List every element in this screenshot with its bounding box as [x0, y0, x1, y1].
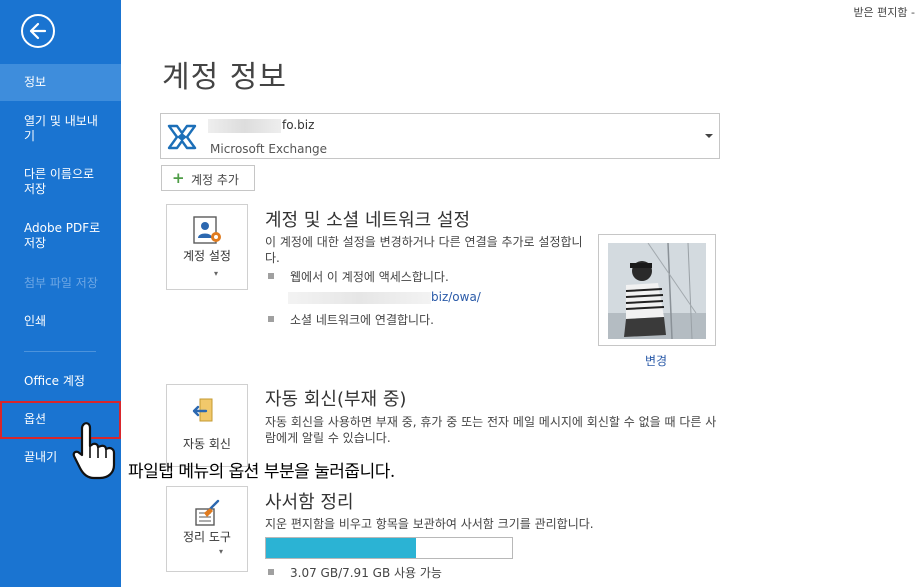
- add-account-label: 계정 추가: [191, 173, 239, 187]
- bullet-icon: [268, 273, 274, 279]
- mailbox-usage-fill: [266, 538, 417, 558]
- profile-photo: [608, 243, 706, 339]
- pointing-hand-icon: [72, 422, 116, 480]
- auto-reply-desc: 자동 회신을 사용하면 부재 중, 휴가 중 또는 전자 메일 메시지에 회신할…: [265, 415, 717, 445]
- owa-link[interactable]: biz/owa/: [431, 290, 481, 304]
- account-settings-tile-label: 계정 설정: [183, 249, 231, 263]
- sidebar-item-open-export[interactable]: 열기 및 내보내기: [0, 114, 100, 144]
- sidebar-item-print[interactable]: 인쇄: [0, 314, 121, 329]
- mailbox-usage-text: 3.07 GB/7.91 GB 사용 가능: [290, 566, 442, 580]
- mailbox-cleanup-title: 사서함 정리: [265, 492, 354, 513]
- back-arrow-icon[interactable]: [21, 14, 55, 48]
- mailbox-cleanup-desc: 지운 편지함을 비우고 항목을 보관하여 사서함 크기를 관리합니다.: [265, 517, 594, 531]
- bullet-icon: [268, 316, 274, 322]
- sidebar-item-save-pdf[interactable]: Adobe PDF로 저장: [0, 221, 104, 251]
- owa-url-redacted: [288, 292, 431, 304]
- chevron-down-icon[interactable]: [705, 134, 713, 138]
- account-type: Microsoft Exchange: [210, 142, 328, 156]
- exchange-icon: [167, 124, 197, 150]
- sidebar-item-save-as[interactable]: 다른 이름으로 저장: [0, 167, 104, 197]
- account-settings-desc: 이 계정에 대한 설정을 변경하거나 다른 연결을 추가로 설정합니다.: [265, 235, 583, 265]
- sidebar-item-office-account[interactable]: Office 계정: [0, 374, 121, 389]
- cleanup-tools-button[interactable]: 정리 도구 ▾: [166, 486, 248, 572]
- web-access-text: 웹에서 이 계정에 액세스합니다.: [290, 270, 449, 284]
- auto-reply-button[interactable]: 자동 회신: [166, 384, 248, 467]
- bullet-icon: [268, 569, 274, 575]
- auto-reply-tile-label: 자동 회신: [183, 437, 231, 451]
- social-network-text: 소셜 네트워크에 연결합니다.: [290, 313, 434, 327]
- add-account-button[interactable]: + 계정 추가: [161, 165, 255, 191]
- sidebar-item-save-attachments: 첨부 파일 저장: [24, 276, 98, 290]
- account-settings-icon: [193, 216, 221, 244]
- sidebar-item-info[interactable]: 정보: [0, 64, 121, 101]
- mailbox-usage-bar: [265, 537, 513, 559]
- plus-icon: +: [172, 169, 185, 187]
- account-selector[interactable]: fo.biz Microsoft Exchange: [160, 113, 720, 159]
- change-photo-link[interactable]: 변경: [645, 352, 667, 369]
- annotation-text: 파일탭 메뉴의 옵션 부분을 눌러줍니다.: [128, 462, 395, 482]
- sidebar-divider: [24, 351, 96, 352]
- account-settings-title: 계정 및 소셜 네트워크 설정: [265, 210, 471, 231]
- cleanup-tools-tile-label: 정리 도구: [183, 530, 231, 544]
- auto-reply-title: 자동 회신(부재 중): [265, 389, 407, 410]
- profile-photo-frame: [598, 234, 716, 346]
- cleanup-tools-icon: [195, 499, 220, 526]
- backstage-sidebar: 정보 열기 및 내보내기 다른 이름으로 저장 Adobe PDF로 저장 첨부…: [0, 0, 121, 587]
- auto-reply-icon: [192, 398, 213, 422]
- chevron-down-icon: ▾: [219, 547, 224, 556]
- account-settings-button[interactable]: 계정 설정 ▾: [166, 204, 248, 290]
- account-email-redacted: [208, 119, 281, 133]
- window-title-inbox: 받은 편지함 -: [853, 6, 915, 19]
- page-title: 계정 정보: [162, 60, 287, 95]
- account-email: fo.biz: [282, 118, 315, 132]
- chevron-down-icon: ▾: [214, 269, 219, 278]
